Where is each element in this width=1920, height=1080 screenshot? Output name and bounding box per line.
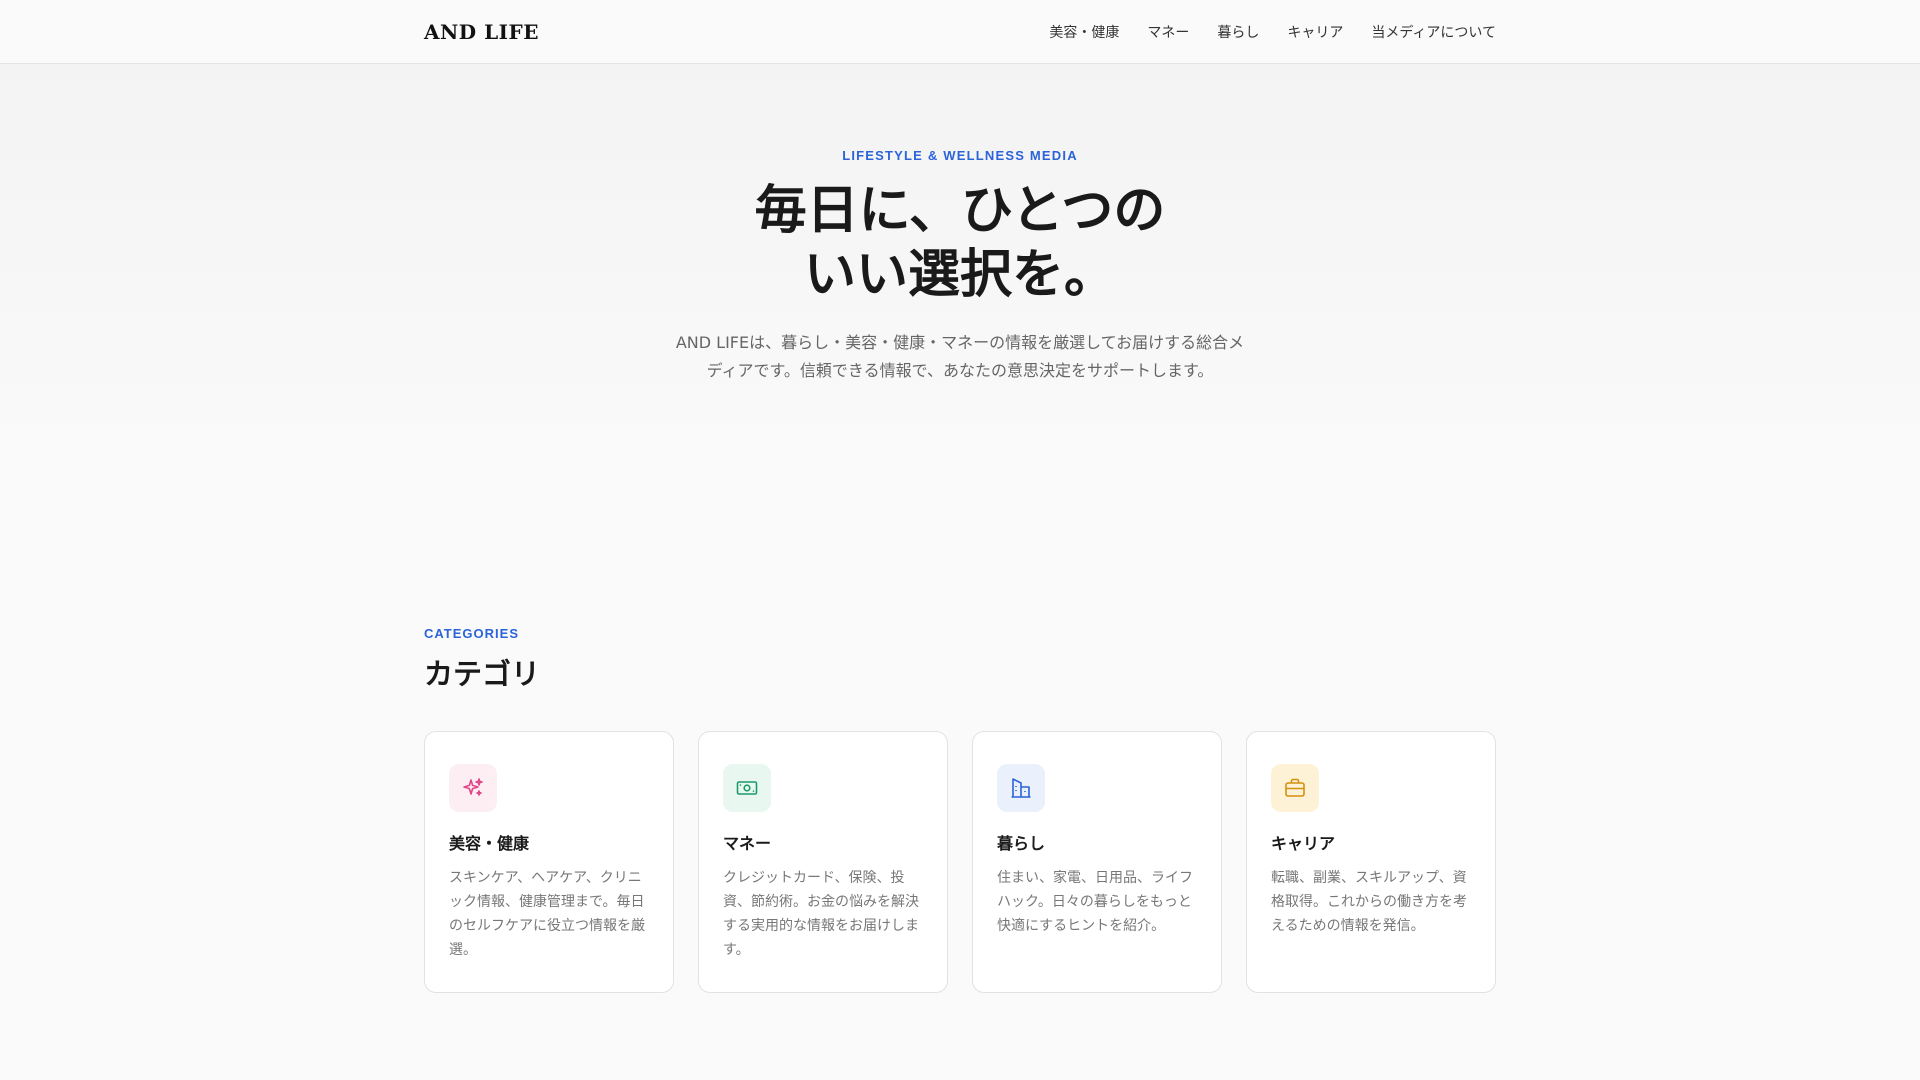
category-card-beauty[interactable]: 美容・健康 スキンケア、ヘアケア、クリニック情報、健康管理まで。毎日のセルフケア… <box>424 731 674 993</box>
site-logo[interactable]: AND LIFE <box>424 20 539 44</box>
card-icon-wrap <box>449 764 497 812</box>
card-description: 住まい、家電、日用品、ライフハック。日々の暮らしをもっと快適にするヒントを紹介。 <box>997 870 1193 934</box>
categories-section: CATEGORIES カテゴリ 美容・健康 スキンケア、ヘアケア、クリニック情報… <box>424 464 1496 993</box>
banknote-icon <box>736 781 758 795</box>
categories-eyebrow: CATEGORIES <box>424 626 519 641</box>
category-card-money[interactable]: マネー クレジットカード、保険、投資、節約術。お金の悩みを解決する実用的な情報を… <box>698 731 948 993</box>
category-cards: 美容・健康 スキンケア、ヘアケア、クリニック情報、健康管理まで。毎日のセルフケア… <box>424 731 1496 993</box>
card-icon-wrap <box>1271 764 1319 812</box>
hero-eyebrow: LIFESTYLE & WELLNESS MEDIA <box>842 148 1078 163</box>
card-description: 転職、副業、スキルアップ、資格取得。これからの働き方を考えるための情報を発信。 <box>1271 870 1467 934</box>
card-title: 暮らし <box>997 834 1046 853</box>
nav-money[interactable]: マネー <box>1147 22 1189 42</box>
card-icon-wrap <box>723 764 771 812</box>
card-title: 美容・健康 <box>449 834 530 853</box>
site-header: AND LIFE 美容・健康 マネー 暮らし キャリア 当メディアについて <box>0 0 1920 64</box>
sparkles-icon <box>463 778 483 796</box>
card-description: スキンケア、ヘアケア、クリニック情報、健康管理まで。毎日のセルフケアに役立つ情報… <box>449 870 645 958</box>
category-card-career[interactable]: キャリア 転職、副業、スキルアップ、資格取得。これからの働き方を考えるための情報… <box>1246 731 1496 993</box>
hero-section: LIFESTYLE & WELLNESS MEDIA 毎日に、ひとつの いい選択… <box>0 64 1920 464</box>
card-title: マネー <box>723 834 772 853</box>
hero-title-line-2: いい選択を。 <box>803 245 1116 305</box>
card-icon-wrap <box>997 764 1045 812</box>
header-inner: AND LIFE 美容・健康 マネー 暮らし キャリア 当メディアについて <box>424 0 1496 64</box>
nav-about[interactable]: 当メディアについて <box>1371 22 1496 42</box>
categories-title: カテゴリ <box>424 657 541 691</box>
card-title: キャリア <box>1271 834 1336 853</box>
building-icon <box>1011 778 1031 798</box>
hero-title-line-1: 毎日に、ひとつの <box>754 181 1166 241</box>
card-description: クレジットカード、保険、投資、節約術。お金の悩みを解決する実用的な情報をお届けし… <box>723 870 919 958</box>
nav-beauty-health[interactable]: 美容・健康 <box>1049 22 1119 42</box>
briefcase-icon <box>1285 778 1305 797</box>
category-card-living[interactable]: 暮らし 住まい、家電、日用品、ライフハック。日々の暮らしをもっと快適にするヒント… <box>972 731 1222 993</box>
nav-career[interactable]: キャリア <box>1287 22 1343 42</box>
hero-title: 毎日に、ひとつの いい選択を。 <box>755 179 1166 307</box>
hero-description: AND LIFEは、暮らし・美容・健康・マネーの情報を厳選してお届けする総合メデ… <box>675 333 1245 380</box>
nav-living[interactable]: 暮らし <box>1217 22 1259 42</box>
main-nav: 美容・健康 マネー 暮らし キャリア 当メディアについて <box>1049 22 1496 42</box>
